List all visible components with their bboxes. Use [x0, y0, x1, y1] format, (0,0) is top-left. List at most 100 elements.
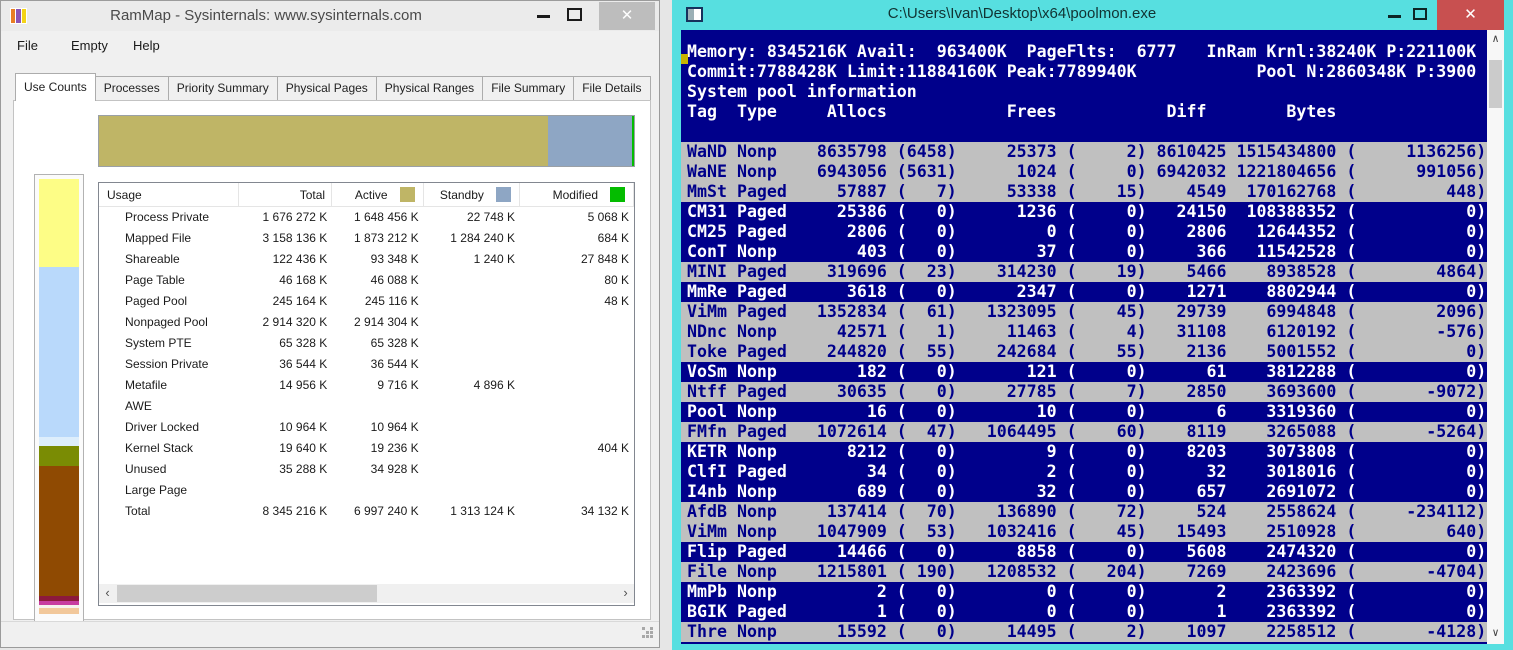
- cell-total: 3 158 136 K: [239, 228, 332, 249]
- cell-active: [332, 396, 423, 417]
- table-row[interactable]: Metafile14 956 K9 716 K4 896 K: [99, 375, 634, 396]
- pool-row-ketr: KETR Nonp 8212 ( 0) 9 ( 0) 8203 3073808 …: [681, 442, 1487, 462]
- menu-item-empty[interactable]: Empty: [65, 36, 114, 55]
- cell-usage: Large Page: [99, 480, 239, 501]
- poolmon-titlebar[interactable]: C:\Users\Ivan\Desktop\x64\poolmon.exe ✕: [672, 0, 1513, 30]
- cell-active: 36 544 K: [332, 354, 423, 375]
- maximize-icon[interactable]: [567, 8, 582, 21]
- cell-usage: Kernel Stack: [99, 438, 239, 459]
- cell-active: 245 116 K: [332, 291, 423, 312]
- cell-usage: Session Private: [99, 354, 239, 375]
- cell-modified: 48 K: [520, 291, 634, 312]
- tab-physical-pages[interactable]: Physical Pages: [277, 76, 377, 101]
- scrollbar-thumb[interactable]: [1489, 60, 1502, 108]
- horizontal-scrollbar[interactable]: ‹ ›: [99, 584, 634, 603]
- cell-usage: Mapped File: [99, 228, 239, 249]
- tab-physical-ranges[interactable]: Physical Ranges: [376, 76, 483, 101]
- cell-modified: 27 848 K: [520, 249, 634, 270]
- table-row[interactable]: Shareable122 436 K93 348 K1 240 K27 848 …: [99, 249, 634, 270]
- tab-use-counts[interactable]: Use Counts: [15, 73, 96, 101]
- memory-strip-segment: [39, 608, 79, 614]
- column-header-modified[interactable]: Modified: [520, 183, 634, 206]
- table-row[interactable]: Kernel Stack19 640 K19 236 K404 K: [99, 438, 634, 459]
- table-row[interactable]: Large Page: [99, 480, 634, 501]
- resize-grip-icon[interactable]: [642, 627, 645, 630]
- cell-usage: Driver Locked: [99, 417, 239, 438]
- memory-strip-segment: [39, 267, 79, 437]
- pool-row-mmst: MmSt Paged 57887 ( 7) 53338 ( 15) 4549 1…: [681, 182, 1487, 202]
- cell-usage: System PTE: [99, 333, 239, 354]
- maximize-icon[interactable]: [1413, 8, 1427, 20]
- menu-item-file[interactable]: File: [11, 36, 44, 55]
- scroll-right-icon[interactable]: ›: [617, 584, 634, 603]
- table-row[interactable]: Mapped File3 158 136 K1 873 212 K1 284 2…: [99, 228, 634, 249]
- scroll-up-icon[interactable]: ∧: [1487, 30, 1504, 50]
- usage-table-header: UsageTotalActiveStandby Modified: [99, 183, 634, 207]
- scroll-left-icon[interactable]: ‹: [99, 584, 116, 603]
- pool-row-mini: MINI Paged 319696 ( 23) 314230 ( 19) 546…: [681, 262, 1487, 282]
- rammap-menubar: File Empty Help: [1, 33, 659, 59]
- cell-usage: Page Table: [99, 270, 239, 291]
- column-header-usage[interactable]: Usage: [99, 183, 239, 206]
- column-header-active[interactable]: Active: [332, 183, 423, 206]
- menu-item-help[interactable]: Help: [127, 36, 166, 55]
- table-row[interactable]: Nonpaged Pool2 914 320 K2 914 304 K: [99, 312, 634, 333]
- memory-strip-segment: [39, 437, 79, 446]
- minimize-icon[interactable]: [537, 15, 550, 18]
- table-row[interactable]: Page Table46 168 K46 088 K80 K: [99, 270, 634, 291]
- cell-active: 9 716 K: [332, 375, 423, 396]
- close-icon[interactable]: ✕: [1437, 0, 1504, 30]
- table-row[interactable]: Process Private1 676 272 K1 648 456 K22 …: [99, 207, 634, 228]
- column-label: Standby: [424, 188, 490, 202]
- cell-standby: 1 284 240 K: [424, 228, 520, 249]
- cell-total: [239, 396, 332, 417]
- cell-active: 46 088 K: [332, 270, 423, 291]
- cell-modified: [520, 417, 634, 438]
- console-text: Memory: 8345216K Avail: 963400K PageFlts…: [681, 42, 1487, 642]
- pool-row-mmpb: MmPb Nonp 2 ( 0) 0 ( 0) 2 2363392 ( 0): [681, 582, 1487, 602]
- cell-standby: 22 748 K: [424, 207, 520, 228]
- pool-row-i4nb: I4nb Nonp 689 ( 0) 32 ( 0) 657 2691072 (…: [681, 482, 1487, 502]
- table-row[interactable]: Driver Locked10 964 K10 964 K: [99, 417, 634, 438]
- table-row[interactable]: Unused35 288 K34 928 K: [99, 459, 634, 480]
- minimize-icon[interactable]: [1388, 15, 1401, 18]
- table-row[interactable]: AWE: [99, 396, 634, 417]
- cell-standby: [424, 270, 520, 291]
- pool-row-vosm: VoSm Nonp 182 ( 0) 121 ( 0) 61 3812288 (…: [681, 362, 1487, 382]
- vertical-scrollbar[interactable]: ∧ ∨: [1487, 30, 1504, 644]
- cell-active: 1 648 456 K: [332, 207, 423, 228]
- table-row[interactable]: Paged Pool245 164 K245 116 K48 K: [99, 291, 634, 312]
- column-label: Usage: [99, 188, 238, 202]
- poolmon-window: C:\Users\Ivan\Desktop\x64\poolmon.exe ✕ …: [672, 0, 1513, 650]
- tab-file-summary[interactable]: File Summary: [482, 76, 574, 101]
- pool-row-wand: WaND Nonp 8635798 (6458) 25373 ( 2) 8610…: [681, 142, 1487, 162]
- tab-processes[interactable]: Processes: [95, 76, 169, 101]
- column-header-standby[interactable]: Standby: [424, 183, 520, 206]
- active-legend-swatch: [400, 187, 415, 202]
- cell-standby: [424, 396, 520, 417]
- scrollbar-thumb[interactable]: [117, 585, 377, 602]
- rammap-titlebar[interactable]: RamMap - Sysinternals: www.sysinternals.…: [1, 1, 659, 31]
- table-row[interactable]: Total8 345 216 K6 997 240 K1 313 124 K34…: [99, 501, 634, 522]
- pool-row-vimm: ViMm Paged 1352834 ( 61) 1323095 ( 45) 2…: [681, 302, 1487, 322]
- table-row[interactable]: Session Private36 544 K36 544 K: [99, 354, 634, 375]
- rammap-tab-strip: Use CountsProcessesPriority SummaryPhysi…: [15, 76, 650, 101]
- cell-usage: Total: [99, 501, 239, 522]
- close-icon[interactable]: ✕: [599, 2, 655, 30]
- pool-row-wane: WaNE Nonp 6943056 (5631) 1024 ( 0) 69420…: [681, 162, 1487, 182]
- cell-active: 65 328 K: [332, 333, 423, 354]
- pool-row-cont: ConT Nonp 403 ( 0) 37 ( 0) 366 11542528 …: [681, 242, 1487, 262]
- cell-total: 10 964 K: [239, 417, 332, 438]
- cell-modified: 684 K: [520, 228, 634, 249]
- tab-file-details[interactable]: File Details: [573, 76, 650, 101]
- column-header-total[interactable]: Total: [239, 183, 332, 206]
- usage-stacked-bar: [98, 115, 635, 167]
- rammap-window-title: RamMap - Sysinternals: www.sysinternals.…: [1, 7, 531, 24]
- usage-bar-active: [99, 116, 548, 166]
- tab-priority-summary[interactable]: Priority Summary: [168, 76, 278, 101]
- pool-row-flip: Flip Paged 14466 ( 0) 8858 ( 0) 5608 247…: [681, 542, 1487, 562]
- scroll-down-icon[interactable]: ∨: [1487, 624, 1504, 644]
- console-cursor-mark: [681, 54, 688, 64]
- table-row[interactable]: System PTE65 328 K65 328 K: [99, 333, 634, 354]
- pool-row-vimm: ViMm Nonp 1047909 ( 53) 1032416 ( 45) 15…: [681, 522, 1487, 542]
